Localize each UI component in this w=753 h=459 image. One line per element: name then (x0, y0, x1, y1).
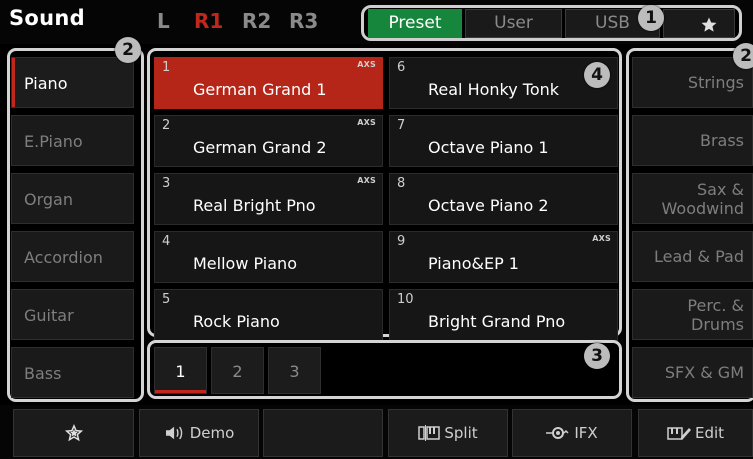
voice-number: 5 (162, 292, 171, 307)
tab-preset[interactable]: Preset (368, 9, 462, 38)
ifx-button[interactable]: IFX (512, 409, 632, 457)
category-label: E.Piano (24, 132, 83, 151)
category-label: Brass (699, 131, 744, 150)
voice-number: 4 (162, 234, 171, 249)
category-bass[interactable]: Bass (11, 347, 134, 398)
axs-badge: AXS (592, 234, 611, 243)
active-indicator (155, 390, 206, 393)
tab-user[interactable]: User (465, 9, 562, 38)
page-label: 3 (289, 362, 300, 381)
voice-tile-2[interactable]: 2 AXS German Grand 2 (154, 115, 383, 167)
category-label: Piano (24, 74, 68, 93)
category-piano[interactable]: Piano (11, 57, 134, 108)
voice-name: Bright Grand Pno (428, 312, 566, 331)
category-strings[interactable]: Strings (632, 57, 753, 108)
edit-label: Edit (694, 424, 725, 442)
split-button[interactable]: Split (388, 409, 508, 457)
voice-name: Real Bright Pno (193, 196, 316, 215)
voice-number: 3 (162, 176, 171, 191)
category-label: Perc. & Drums (687, 295, 744, 334)
voice-number: 10 (397, 292, 414, 307)
demo-button[interactable]: Demo (139, 409, 259, 457)
page-button-3[interactable]: 3 (268, 347, 321, 394)
voice-number: 2 (162, 118, 171, 133)
voice-tile-7[interactable]: 7 Octave Piano 1 (389, 115, 618, 167)
split-label: Split (444, 424, 478, 442)
voice-name: German Grand 1 (193, 80, 327, 99)
category-lead-pad[interactable]: Lead & Pad (632, 231, 753, 282)
keyboard-edit-icon (667, 427, 691, 440)
category-brass[interactable]: Brass (632, 115, 753, 166)
category-sfx-gm[interactable]: SFX & GM (632, 347, 753, 398)
category-label: Guitar (24, 306, 74, 325)
category-label: Lead & Pad (654, 247, 744, 266)
demo-label: Demo (189, 424, 235, 442)
favorite-button[interactable] (13, 409, 134, 457)
category-label: Bass (24, 364, 62, 383)
voice-name: Real Honky Tonk (428, 80, 560, 99)
voice-name: Rock Piano (193, 312, 280, 331)
callout-3: 3 (584, 343, 610, 369)
page-title: Sound (9, 6, 85, 30)
star-outline-icon (64, 424, 83, 442)
edit-button[interactable]: Edit (638, 409, 753, 457)
axs-badge: AXS (357, 176, 376, 185)
callout-1: 1 (638, 5, 664, 31)
page-button-2[interactable]: 2 (211, 347, 264, 394)
voice-tile-4[interactable]: 4 Mellow Piano (154, 231, 383, 283)
voice-name: Mellow Piano (193, 254, 297, 273)
voice-number: 7 (397, 118, 406, 133)
category-label: Organ (24, 190, 73, 209)
voice-tile-10[interactable]: 10 Bright Grand Pno (389, 289, 618, 341)
category-e-piano[interactable]: E.Piano (11, 115, 134, 166)
voice-name: Octave Piano 2 (428, 196, 549, 215)
star-icon (701, 17, 717, 32)
category-label: Accordion (24, 248, 103, 267)
effect-knob-icon (546, 427, 569, 439)
voice-number: 6 (397, 60, 406, 75)
category-sax-woodwind[interactable]: Sax & Woodwind (632, 173, 753, 224)
voice-tile-9[interactable]: 9 AXS Piano&EP 1 (389, 231, 618, 283)
voice-tile-3[interactable]: 3 AXS Real Bright Pno (154, 173, 383, 225)
page-label: 1 (175, 362, 186, 381)
empty-button[interactable] (263, 409, 383, 457)
voice-name: Piano&EP 1 (428, 254, 519, 273)
axs-badge: AXS (357, 60, 376, 69)
callout-2-left: 2 (115, 37, 141, 63)
voice-number: 8 (397, 176, 406, 191)
category-label: Strings (687, 73, 744, 92)
voice-tile-6[interactable]: 6 Real Honky Tonk (389, 57, 618, 109)
voice-name: Octave Piano 1 (428, 138, 549, 157)
part-r3[interactable]: R3 (289, 9, 318, 33)
ifx-label: IFX (574, 424, 598, 442)
category-organ[interactable]: Organ (11, 173, 134, 224)
voice-number: 1 (162, 60, 171, 75)
callout-4: 4 (584, 62, 610, 88)
part-r1[interactable]: R1 (194, 9, 223, 33)
callout-2-right: 2 (733, 43, 753, 69)
active-indicator (12, 58, 15, 107)
part-l[interactable]: L (157, 9, 170, 33)
voice-tile-8[interactable]: 8 Octave Piano 2 (389, 173, 618, 225)
part-r2[interactable]: R2 (242, 9, 271, 33)
voice-name: German Grand 2 (193, 138, 327, 157)
speaker-icon (165, 426, 182, 440)
tab-favorite[interactable] (663, 9, 735, 38)
category-accordion[interactable]: Accordion (11, 231, 134, 282)
keyboard-split-icon (418, 425, 441, 441)
voice-number: 9 (397, 234, 406, 249)
axs-badge: AXS (357, 118, 376, 127)
category-label: Sax & Woodwind (661, 179, 744, 218)
category-guitar[interactable]: Guitar (11, 289, 134, 340)
voice-tile-1[interactable]: 1 AXS German Grand 1 (154, 57, 383, 109)
category-perc-drums[interactable]: Perc. & Drums (632, 289, 753, 340)
page-label: 2 (232, 362, 243, 381)
voice-tile-5[interactable]: 5 Rock Piano (154, 289, 383, 341)
category-label: SFX & GM (664, 363, 744, 382)
page-button-1[interactable]: 1 (154, 347, 207, 394)
